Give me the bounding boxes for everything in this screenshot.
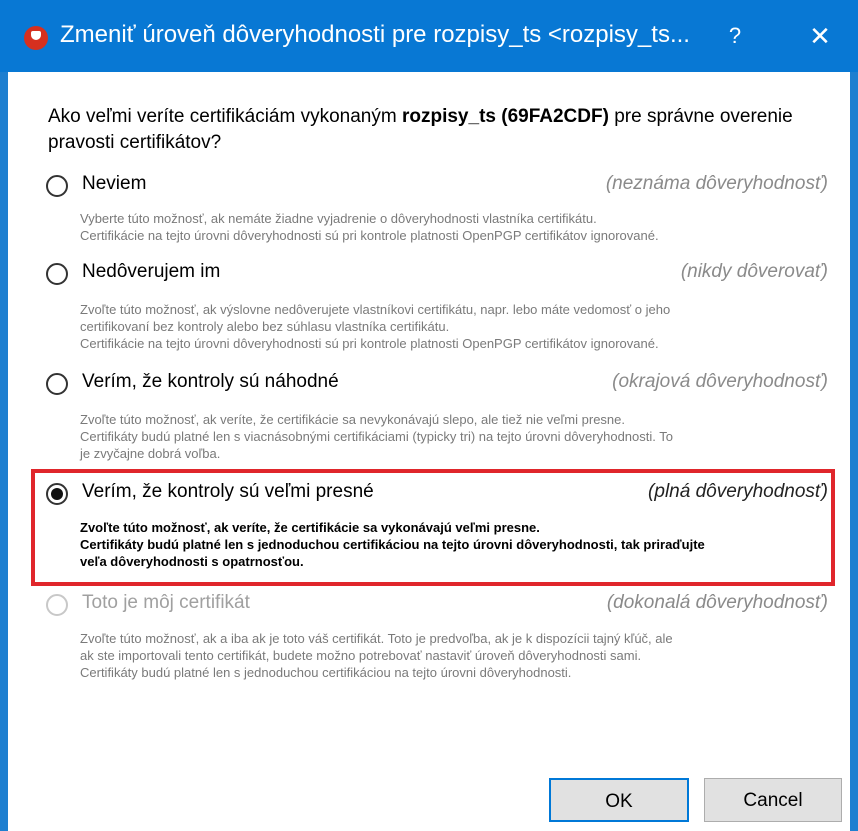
window-title: Zmeniť úroveň dôveryhodnosti pre rozpisy… [60, 21, 690, 48]
cancel-button[interactable]: Cancel [704, 778, 842, 822]
window-frame-right [850, 72, 858, 831]
option-level-ultimate: (dokonalá dôveryhodnosť) [606, 592, 828, 613]
option-level-unknown: (neznáma dôveryhodnosť) [605, 173, 828, 194]
radio-ultimate [46, 594, 68, 616]
option-desc-ultimate: Zvoľte túto možnosť, ak a iba ak je toto… [80, 630, 820, 681]
radio-unknown[interactable] [46, 175, 68, 197]
kleopatra-app-icon [24, 26, 48, 50]
option-level-never: (nikdy dôverovať) [680, 261, 828, 282]
option-level-marginal: (okrajová dôveryhodnosť) [612, 371, 828, 392]
option-desc-unknown: Vyberte túto možnosť, ak nemáte žiadne v… [80, 210, 820, 244]
desc-line: Zvoľte túto možnosť, ak výslovne nedôver… [80, 302, 671, 317]
desc-line: Certifikáty budú platné len s jednoducho… [80, 665, 572, 680]
option-desc-never: Zvoľte túto možnosť, ak výslovne nedôver… [80, 301, 820, 352]
option-label-never[interactable]: Nedôverujem im [82, 261, 220, 283]
window-frame-left [0, 72, 8, 831]
desc-line: certifikovaní bez kontroly alebo bez súh… [80, 319, 450, 334]
trust-question: Ako veľmi veríte certifikáciám vykonaným… [48, 104, 808, 156]
desc-line: Zvoľte túto možnosť, ak veríte, že certi… [80, 412, 625, 427]
help-button[interactable]: ? [716, 14, 754, 58]
option-label-marginal[interactable]: Verím, že kontroly sú náhodné [82, 371, 339, 393]
title-bar: Zmeniť úroveň dôveryhodnosti pre rozpisy… [0, 0, 858, 72]
radio-never[interactable] [46, 263, 68, 285]
desc-line: Certifikáty budú platné len s viacnásobn… [80, 429, 673, 444]
option-label-unknown[interactable]: Neviem [82, 173, 146, 195]
close-button[interactable]: ✕ [797, 14, 843, 58]
question-prefix: Ako veľmi veríte certifikáciám vykonaným [48, 106, 402, 127]
selection-highlight-box [31, 469, 835, 586]
option-desc-marginal: Zvoľte túto možnosť, ak veríte, že certi… [80, 411, 820, 462]
desc-line: Certifikácie na tejto úrovni dôveryhodno… [80, 336, 659, 351]
certificate-name: rozpisy_ts (69FA2CDF) [401, 106, 609, 127]
desc-line: Vyberte túto možnosť, ak nemáte žiadne v… [80, 211, 597, 226]
desc-line: Certifikácie na tejto úrovni dôveryhodno… [80, 228, 659, 243]
desc-line: ak ste importovali tento certifikát, bud… [80, 648, 642, 663]
desc-line: Zvoľte túto možnosť, ak a iba ak je toto… [80, 631, 673, 646]
option-label-ultimate: Toto je môj certifikát [82, 592, 250, 613]
radio-marginal[interactable] [46, 373, 68, 395]
desc-line: je zvyčajne dobrá voľba. [80, 446, 221, 461]
ok-button[interactable]: OK [549, 778, 689, 822]
